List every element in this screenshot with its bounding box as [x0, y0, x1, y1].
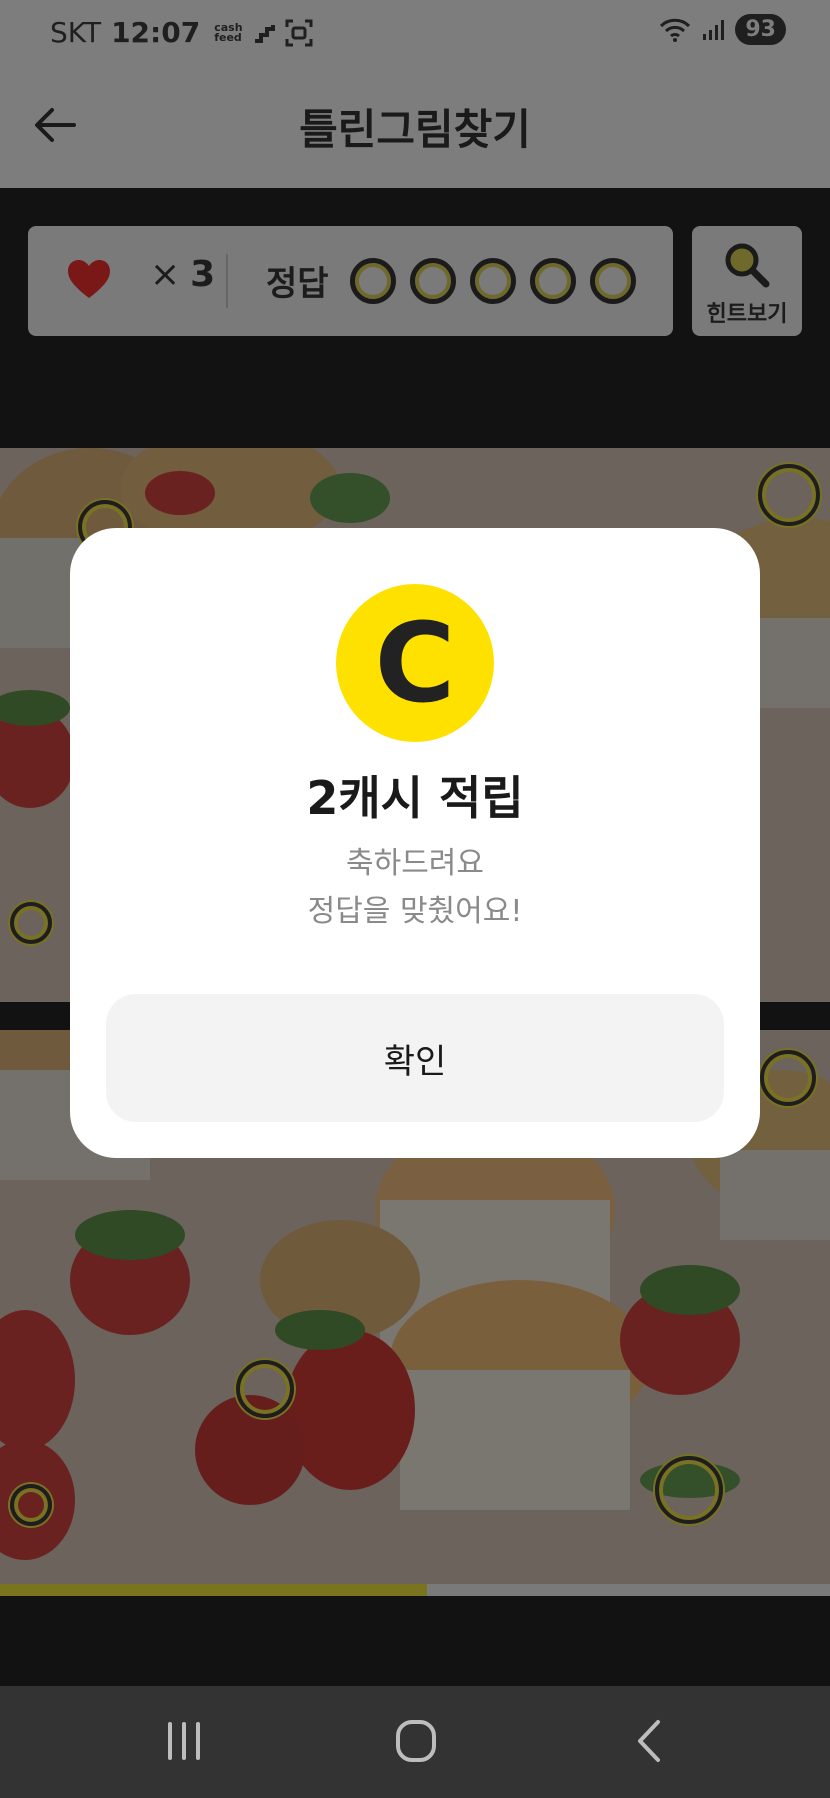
status-bar: SKT 12:07 cash feed 93: [0, 0, 830, 66]
hint-button[interactable]: 힌트보기: [692, 226, 802, 336]
cell-signal-icon: [703, 19, 725, 40]
screen-capture-icon: [285, 19, 313, 46]
wifi-icon: [660, 18, 691, 42]
recent-apps-icon[interactable]: [154, 1716, 214, 1766]
game-status-bar: × 3 정답: [28, 226, 673, 336]
hint-label: 힌트보기: [706, 302, 788, 327]
dialog-message-line1: 축하드려요: [346, 846, 484, 881]
confirm-button[interactable]: 확인: [106, 994, 724, 1122]
dialog-message: 축하드려요 정답을 맞췄어요!: [70, 840, 760, 936]
found-marker: [10, 902, 52, 944]
clock: 12:07: [111, 16, 201, 49]
page-title: 틀린그림찾기: [299, 105, 531, 154]
answer-slot: [530, 258, 576, 304]
timer-progress-fill: [0, 1584, 428, 1596]
system-nav-bar: [0, 1686, 830, 1798]
reward-dialog: C 2캐시 적립 축하드려요 정답을 맞췄어요! 확인: [70, 528, 760, 1158]
app-header: 틀린그림찾기: [0, 66, 830, 188]
dialog-title: 2캐시 적립: [306, 771, 524, 825]
search-icon: [725, 243, 770, 288]
found-marker: [10, 1484, 52, 1526]
cash-coin-icon: C: [336, 584, 494, 742]
found-marker: [760, 1050, 816, 1106]
lives-value: 3: [190, 254, 216, 295]
found-marker: [236, 1360, 294, 1418]
cashfeed-icon: cash feed: [214, 22, 242, 44]
found-marker: [758, 464, 820, 526]
timer-progress-bar: [0, 1584, 830, 1596]
answer-slot: [470, 258, 516, 304]
carrier: SKT: [50, 16, 102, 49]
status-right: 93: [659, 14, 786, 45]
home-icon[interactable]: [386, 1716, 446, 1766]
answer-slot: [410, 258, 456, 304]
nav-back-icon[interactable]: [620, 1716, 680, 1766]
coin-letter: C: [374, 599, 456, 727]
answer-label: 정답: [266, 264, 329, 304]
battery-indicator: 93: [735, 14, 786, 45]
status-left: SKT 12:07 cash feed: [50, 16, 313, 49]
dialog-message-line2: 정답을 맞췄어요!: [307, 894, 523, 929]
answer-slots: [350, 258, 636, 304]
signal-steps-icon: [254, 24, 275, 43]
divider: [226, 254, 228, 308]
lives-multiplier: ×: [150, 254, 181, 295]
answer-slot: [590, 258, 636, 304]
lives-count: × 3: [150, 254, 215, 295]
heart-icon: [68, 260, 110, 298]
cashfeed-bottom: feed: [214, 30, 242, 44]
found-marker: [655, 1456, 723, 1524]
answer-slot: [350, 258, 396, 304]
